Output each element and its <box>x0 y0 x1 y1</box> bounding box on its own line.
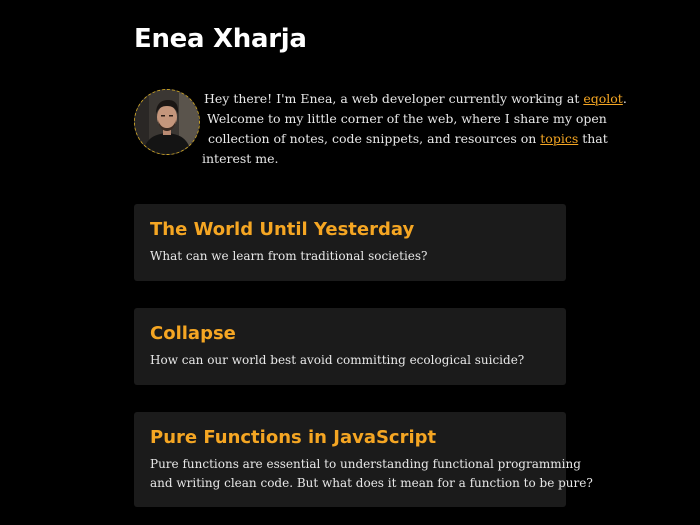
post-description-line: How can our world best avoid committing … <box>150 353 525 367</box>
intro-line-1-text: Hey there! I'm Enea, a web developer cur… <box>204 91 584 106</box>
post-description: How can our world best avoid committing … <box>150 351 550 370</box>
post-card[interactable]: Collapse How can our world best avoid co… <box>134 308 566 385</box>
site-title[interactable]: Enea Xharja <box>134 24 307 54</box>
intro-line-1-end: . <box>622 91 627 106</box>
post-description-line: and writing clean code. But what does it… <box>150 476 593 490</box>
intro-line-3: collection of notes, code snippets, and … <box>202 129 608 149</box>
post-title[interactable]: Pure Functions in JavaScript <box>150 425 550 451</box>
intro-line-2: Welcome to my little corner of the web, … <box>207 111 607 126</box>
post-description: What can we learn from traditional socie… <box>150 247 550 266</box>
company-link[interactable]: eqolot <box>583 91 622 106</box>
intro-line-3-text: collection of notes, code snippets, and … <box>208 131 541 146</box>
post-description: Pure functions are essential to understa… <box>150 455 593 493</box>
avatar-portrait-image <box>135 90 199 154</box>
post-card[interactable]: Pure Functions in JavaScript Pure functi… <box>134 412 593 507</box>
post-title[interactable]: Collapse <box>150 321 550 347</box>
intro-line-3-end: that <box>578 131 608 146</box>
topics-link[interactable]: topics <box>540 131 578 146</box>
intro-text: Hey there! I'm Enea, a web developer cur… <box>202 89 627 169</box>
avatar <box>134 89 200 155</box>
intro-line-1: Hey there! I'm Enea, a web developer cur… <box>202 89 627 109</box>
post-title[interactable]: The World Until Yesterday <box>150 217 550 243</box>
post-description-line: What can we learn from traditional socie… <box>150 249 428 263</box>
intro-line-4: interest me. <box>202 151 279 166</box>
post-card[interactable]: The World Until Yesterday What can we le… <box>134 204 566 281</box>
post-description-line: Pure functions are essential to understa… <box>150 457 581 471</box>
